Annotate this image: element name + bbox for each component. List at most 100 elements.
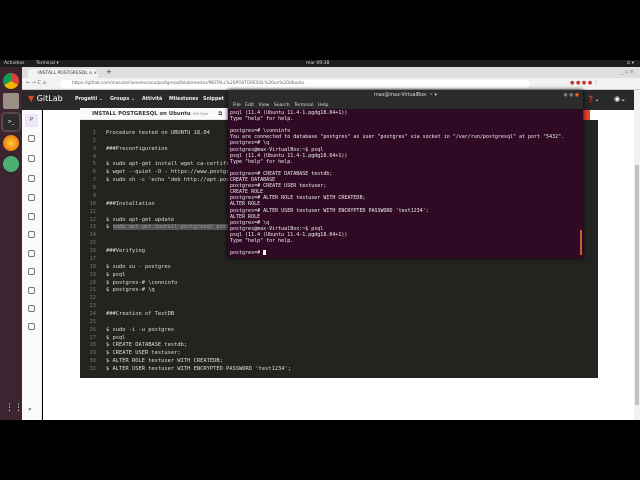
files-icon[interactable] bbox=[3, 93, 19, 109]
file-header: INSTALL POSTGRESQL on Ubuntu 609 Byte ⧉ bbox=[80, 108, 230, 120]
project-avatar[interactable]: P bbox=[25, 114, 38, 127]
code-line: 10 ###Installation bbox=[80, 200, 155, 208]
extension-icons[interactable]: ● ● ● ● ⋮ bbox=[570, 80, 599, 86]
collapse-sidebar-icon[interactable]: » bbox=[28, 406, 32, 413]
terminal-title: max@max-VirtualBox: ~ bbox=[374, 93, 433, 98]
code-line: 28 $ CREATE DATABASE testdb; bbox=[80, 341, 188, 349]
code-line: 16 ###Verifying bbox=[80, 247, 145, 255]
terminal-window[interactable]: max@max-VirtualBox: ~ ▾ ● ● ● File Edit … bbox=[228, 90, 583, 258]
line-number: 18 bbox=[89, 263, 97, 270]
browser-tab-bar: INSTALL POSTGRESQL o × + _ ▫ × bbox=[22, 67, 640, 78]
line-number: 3 bbox=[92, 145, 96, 152]
url-input[interactable]: https://gitlab.com/massimilianomoraca/po… bbox=[60, 80, 530, 88]
home-icon[interactable] bbox=[28, 135, 35, 142]
avatar[interactable]: ◉⌄ bbox=[614, 95, 626, 103]
nav-groups[interactable]: Groups ⌄ bbox=[110, 97, 135, 102]
nav-milestones[interactable]: Milestones bbox=[169, 97, 198, 102]
system-menu-icon[interactable]: ⏻ ▾ bbox=[627, 60, 634, 67]
browser-tab[interactable]: INSTALL POSTGRESQL o × bbox=[28, 69, 98, 78]
file-name: INSTALL POSTGRESQL on Ubuntu bbox=[92, 111, 191, 117]
line-number: 17 bbox=[89, 255, 97, 262]
line-number: 25 bbox=[89, 318, 97, 325]
repository-icon[interactable] bbox=[28, 155, 35, 162]
code-line: 1 Procedure tested on UBUNTU 18.04 bbox=[80, 129, 210, 137]
terminal-scrollbar[interactable] bbox=[580, 230, 582, 255]
firefox-icon[interactable] bbox=[3, 135, 19, 151]
gitlab-sidebar: P » bbox=[22, 110, 42, 420]
line-text: $ psql bbox=[106, 271, 126, 278]
code-line: 19 $ psql bbox=[80, 271, 126, 279]
window-buttons[interactable]: ● ● ● bbox=[563, 90, 579, 102]
code-line: 26 $ sudo -i -u postgres bbox=[80, 326, 175, 334]
nav-snippets[interactable]: Snippet bbox=[203, 97, 224, 102]
window-controls[interactable]: _ ▫ × bbox=[621, 69, 634, 75]
activities-button[interactable]: Activities bbox=[4, 60, 25, 67]
line-text: $ sudo -i -u postgres bbox=[106, 326, 175, 333]
code-line: 22 bbox=[80, 294, 106, 302]
cursor bbox=[263, 250, 267, 256]
show-apps-icon[interactable]: ⋮⋮ bbox=[5, 403, 23, 413]
registry-icon[interactable] bbox=[28, 250, 35, 257]
line-number: 16 bbox=[89, 248, 97, 255]
merge-request-icon[interactable] bbox=[28, 194, 35, 201]
terminal-app-menu[interactable]: Terminal ▾ bbox=[36, 60, 59, 67]
nav-projects[interactable]: Progetti ⌄ bbox=[75, 97, 103, 102]
line-text: $ ALTER USER testuser WITH ENCRYPTED PAS… bbox=[106, 366, 291, 373]
nav-buttons[interactable]: ← → C ⌂ bbox=[26, 80, 46, 86]
chrome-icon[interactable] bbox=[3, 73, 19, 89]
line-number: 1 bbox=[92, 130, 96, 136]
help-icon[interactable]: ❓⌄ bbox=[587, 96, 600, 103]
copy-icon[interactable]: ⧉ bbox=[218, 108, 222, 120]
line-number: 21 bbox=[89, 287, 97, 294]
line-number: 20 bbox=[89, 279, 97, 286]
line-text: ###Creation of TestDB bbox=[106, 311, 175, 317]
app-icon[interactable] bbox=[3, 156, 19, 172]
code-line: 18 $ sudo su - postgres bbox=[80, 263, 171, 271]
code-line: 25 bbox=[80, 318, 106, 326]
code-line: 24 ###Creation of TestDB bbox=[80, 310, 175, 318]
ubuntu-top-bar: Activities Terminal ▾ mar 09:38 ⏻ ▾ bbox=[0, 60, 640, 67]
wiki-icon[interactable] bbox=[28, 287, 35, 294]
line-text: $ CREATE USER testuser; bbox=[106, 350, 181, 357]
line-number: 2 bbox=[92, 137, 96, 144]
line-number: 31 bbox=[89, 366, 97, 373]
line-number: 13 bbox=[89, 224, 97, 231]
nav-activity[interactable]: Attività bbox=[142, 97, 162, 102]
page-scrollbar[interactable] bbox=[634, 90, 640, 420]
line-text: ###Preconfiguration bbox=[106, 145, 168, 152]
line-number: 8 bbox=[92, 185, 96, 192]
code-line: 8 bbox=[80, 184, 106, 192]
terminal-menu[interactable]: File Edit View Search Terminal Help bbox=[228, 102, 583, 109]
code-line: 31 $ ALTER USER testuser WITH ENCRYPTED P… bbox=[80, 365, 292, 373]
address-bar-row: ← → C ⌂ https://gitlab.com/massimilianom… bbox=[22, 78, 640, 90]
rocket-icon[interactable] bbox=[28, 213, 35, 220]
terminal-title-bar[interactable]: max@max-VirtualBox: ~ ▾ ● ● ● bbox=[228, 90, 583, 102]
operations-icon[interactable] bbox=[28, 231, 35, 238]
new-tab-button[interactable]: + bbox=[106, 68, 112, 76]
line-number: 9 bbox=[92, 192, 96, 199]
line-number: 5 bbox=[92, 161, 96, 168]
settings-icon[interactable] bbox=[28, 323, 35, 330]
line-text: $ sudo su - postgres bbox=[106, 263, 171, 270]
clock[interactable]: mar 09:38 bbox=[306, 60, 329, 67]
line-number: 27 bbox=[89, 334, 97, 341]
issues-icon[interactable] bbox=[28, 175, 35, 182]
line-number: 26 bbox=[89, 326, 97, 333]
terminal-prompt: postgres=# bbox=[230, 250, 564, 256]
line-text: $ postgres-# \q bbox=[106, 287, 155, 294]
code-line: 5 $ sudo apt-get install wget ca-certific… bbox=[80, 160, 246, 168]
line-text: Procedure tested on UBUNTU 18.04 bbox=[106, 130, 210, 136]
line-number: 10 bbox=[89, 200, 97, 207]
line-text: ###Installation bbox=[106, 200, 155, 207]
code-line: 23 bbox=[80, 302, 106, 310]
code-line: 20 $ postgres-# \conninfo bbox=[80, 279, 178, 287]
line-number: 29 bbox=[89, 350, 97, 357]
terminal-output[interactable]: psql (11.4 (Ubuntu 11.4-1.pgdg18.04+1)) T… bbox=[230, 110, 564, 256]
code-line: 2 bbox=[80, 137, 106, 145]
line-text: $ sudo apt-get update bbox=[106, 216, 175, 223]
analytics-icon[interactable] bbox=[28, 268, 35, 275]
gitlab-logo[interactable]: ▼ GitLab bbox=[28, 94, 63, 103]
snippets-icon[interactable] bbox=[28, 305, 35, 312]
terminal-icon[interactable]: >_ bbox=[1, 112, 21, 132]
tab-title: INSTALL POSTGRESQL o bbox=[38, 71, 92, 76]
